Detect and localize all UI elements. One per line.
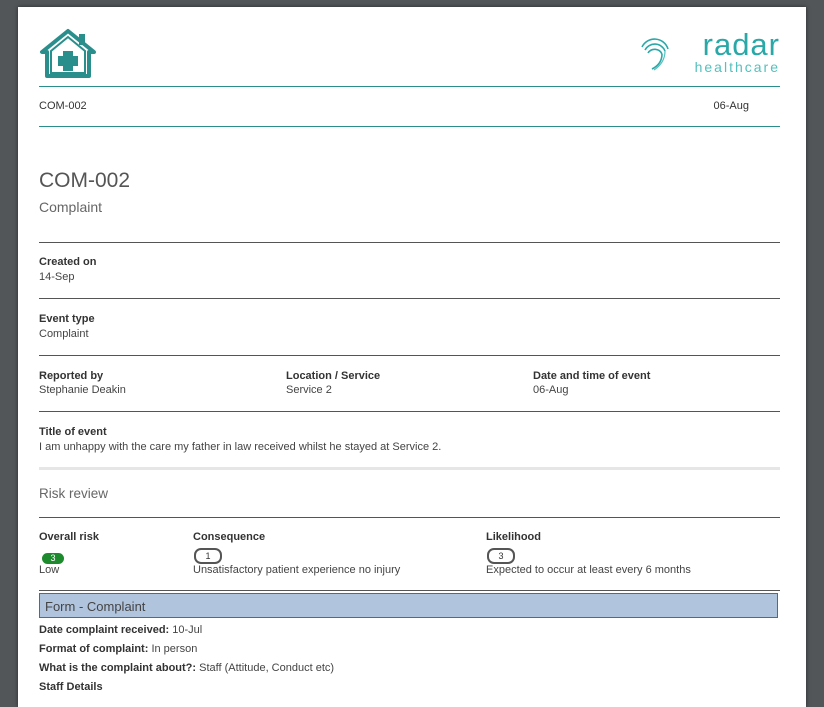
title-of-event-value: I am unhappy with the care my father in … <box>39 441 442 453</box>
overall-risk-badge: 3 <box>42 553 64 564</box>
consequence-text: Unsatisfactory patient experience no inj… <box>193 564 401 576</box>
title-of-event-label: Title of event <box>39 426 107 438</box>
section-divider <box>39 467 780 470</box>
divider <box>39 517 780 518</box>
radar-waves-icon <box>641 38 669 71</box>
header-divider <box>39 86 780 87</box>
form-row-date-received: Date complaint received: 10-Jul <box>39 624 202 636</box>
likelihood-badge: 3 <box>487 548 515 564</box>
overall-risk-label: Overall risk <box>39 531 99 543</box>
divider <box>39 242 780 243</box>
brand-logo: radar healthcare <box>640 29 780 79</box>
consequence-label: Consequence <box>193 531 266 543</box>
record-id: COM-002 <box>39 169 131 192</box>
divider <box>39 355 780 356</box>
form-row-value: In person <box>151 643 198 655</box>
overall-risk-text: Low <box>39 564 60 576</box>
created-on-value: 14-Sep <box>39 271 75 283</box>
consequence-badge-wrap: 1 <box>194 546 222 564</box>
form-row-value: 10-Jul <box>172 624 203 636</box>
form-row-value: Staff (Attitude, Conduct etc) <box>199 662 335 674</box>
staff-details-heading: Staff Details <box>39 681 103 693</box>
form-section-heading: Form - Complaint <box>39 593 778 618</box>
brand-subtitle: healthcare <box>694 59 780 75</box>
form-row-label: What is the complaint about?: <box>39 662 197 674</box>
header-date: 06-Aug <box>713 100 749 112</box>
consequence-badge: 1 <box>194 548 222 564</box>
risk-review-heading: Risk review <box>39 486 109 501</box>
house-medical-icon <box>40 29 96 78</box>
event-type-label: Event type <box>39 313 95 325</box>
record-type: Complaint <box>39 199 103 215</box>
likelihood-label: Likelihood <box>486 531 541 543</box>
created-on-label: Created on <box>39 256 97 268</box>
datetime-value: 06-Aug <box>533 384 569 396</box>
likelihood-text: Expected to occur at least every 6 month… <box>486 564 691 576</box>
datetime-label: Date and time of event <box>533 370 651 382</box>
divider <box>39 411 780 412</box>
form-row-complaint-about: What is the complaint about?: Staff (Att… <box>39 662 334 674</box>
form-row-format: Format of complaint: In person <box>39 643 197 655</box>
divider <box>39 590 780 591</box>
header-divider-bottom <box>39 126 780 127</box>
event-type-value: Complaint <box>39 328 89 340</box>
form-row-label: Date complaint received: <box>39 624 170 636</box>
header-ref: COM-002 <box>39 100 87 112</box>
document-page: radar healthcare COM-002 06-Aug COM-002 … <box>18 7 806 707</box>
location-label: Location / Service <box>286 370 381 382</box>
likelihood-badge-wrap: 3 <box>487 546 515 564</box>
location-value: Service 2 <box>286 384 332 396</box>
form-row-label: Format of complaint: <box>39 643 149 655</box>
reported-by-label: Reported by <box>39 370 104 382</box>
brand-name: radar <box>702 27 780 62</box>
divider <box>39 298 780 299</box>
reported-by-value: Stephanie Deakin <box>39 384 126 396</box>
